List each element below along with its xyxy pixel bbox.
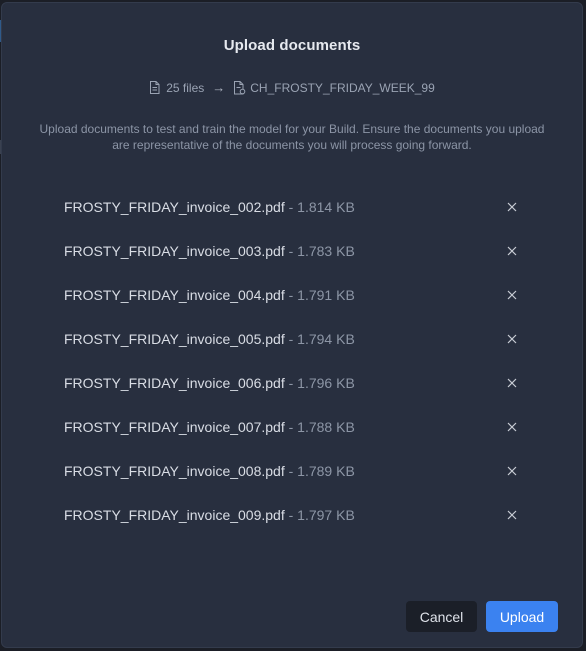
close-icon — [507, 422, 517, 432]
remove-file-button[interactable] — [504, 243, 520, 259]
destination-build: CH_FROSTY_FRIDAY_WEEK_99 — [250, 80, 435, 95]
dialog-description: Upload documents to test and train the m… — [39, 122, 545, 152]
arrow-right-icon: → — [212, 80, 226, 95]
file-item: FROSTY_FRIDAY_invoice_004.pdf - 1.791 KB — [64, 283, 534, 327]
file-item: FROSTY_FRIDAY_invoice_009.pdf - 1.797 KB — [64, 503, 534, 547]
file-name: FROSTY_FRIDAY_invoice_005.pdf — [64, 331, 285, 347]
close-icon — [507, 246, 517, 256]
remove-file-button[interactable] — [504, 507, 520, 523]
cancel-button[interactable]: Cancel — [406, 601, 477, 632]
remove-file-button[interactable] — [504, 463, 520, 479]
document-build-icon — [233, 80, 246, 95]
remove-file-button[interactable] — [504, 375, 520, 391]
file-item: FROSTY_FRIDAY_invoice_003.pdf - 1.783 KB — [64, 239, 534, 283]
file-item: FROSTY_FRIDAY_invoice_007.pdf - 1.788 KB — [64, 415, 534, 459]
upload-summary: 25 files → CH_FROSTY_FRIDAY_WEEK_99 — [2, 80, 582, 95]
file-name: FROSTY_FRIDAY_invoice_002.pdf — [64, 199, 285, 215]
close-icon — [507, 466, 517, 476]
file-name: FROSTY_FRIDAY_invoice_009.pdf — [64, 507, 285, 523]
close-icon — [507, 510, 517, 520]
file-name: FROSTY_FRIDAY_invoice_006.pdf — [64, 375, 285, 391]
file-item: FROSTY_FRIDAY_invoice_005.pdf - 1.794 KB — [64, 327, 534, 371]
file-name: FROSTY_FRIDAY_invoice_003.pdf — [64, 243, 285, 259]
file-item: FROSTY_FRIDAY_invoice_008.pdf - 1.789 KB — [64, 459, 534, 503]
close-icon — [507, 334, 517, 344]
upload-button[interactable]: Upload — [486, 601, 558, 632]
upload-documents-dialog: Upload documents 25 files → CH_FROSTY_FR… — [1, 2, 583, 648]
remove-file-button[interactable] — [504, 199, 520, 215]
file-name: FROSTY_FRIDAY_invoice_007.pdf — [64, 419, 285, 435]
file-name: FROSTY_FRIDAY_invoice_004.pdf — [64, 287, 285, 303]
file-size: - 1.789 KB — [284, 463, 355, 479]
close-icon — [507, 202, 517, 212]
file-size: - 1.783 KB — [284, 243, 355, 259]
file-size: - 1.794 KB — [284, 331, 355, 347]
dialog-title: Upload documents — [223, 37, 361, 54]
close-icon — [507, 378, 517, 388]
file-name: FROSTY_FRIDAY_invoice_008.pdf — [64, 463, 285, 479]
remove-file-button[interactable] — [504, 331, 520, 347]
file-count: 25 files — [166, 80, 205, 95]
file-icon — [149, 80, 161, 95]
file-list: FROSTY_FRIDAY_invoice_002.pdf - 1.814 KB… — [64, 195, 534, 547]
close-icon — [507, 290, 517, 300]
file-size: - 1.796 KB — [284, 375, 355, 391]
file-size: - 1.791 KB — [284, 287, 355, 303]
remove-file-button[interactable] — [504, 287, 520, 303]
file-size: - 1.814 KB — [284, 199, 355, 215]
remove-file-button[interactable] — [504, 419, 520, 435]
file-size: - 1.788 KB — [284, 419, 355, 435]
file-item: FROSTY_FRIDAY_invoice_006.pdf - 1.796 KB — [64, 371, 534, 415]
file-item: FROSTY_FRIDAY_invoice_002.pdf - 1.814 KB — [64, 195, 534, 239]
file-size: - 1.797 KB — [284, 507, 355, 523]
